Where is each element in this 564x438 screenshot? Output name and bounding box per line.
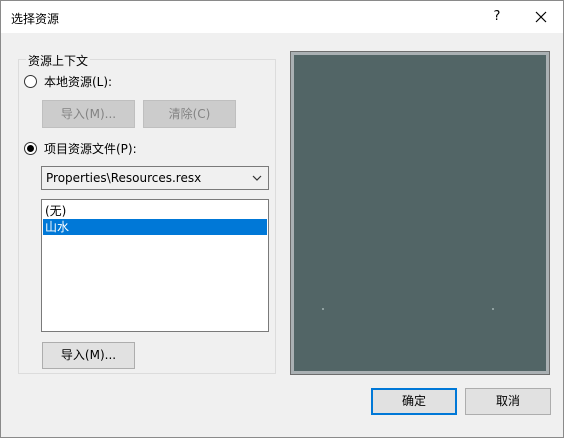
project-resource-radio[interactable]: 项目资源文件(P): (24, 140, 137, 157)
project-resource-label: 项目资源文件(P): (44, 142, 137, 156)
chevron-down-icon (252, 175, 262, 181)
list-item-shanshui[interactable]: 山水 (43, 219, 267, 235)
close-icon (535, 11, 547, 23)
local-resource-label: 本地资源(L): (44, 75, 113, 89)
select-resource-dialog: 选择资源 ? 资源上下文 本地资源(L): 导入(M)... 清除(C) 项目资… (0, 0, 564, 438)
dialog-title: 选择资源 (11, 12, 60, 26)
radio-indicator-checked (24, 142, 37, 155)
cancel-button[interactable]: 取消 (465, 388, 551, 415)
local-resource-radio[interactable]: 本地资源(L): (24, 73, 112, 90)
image-preview (290, 51, 550, 375)
local-clear-button[interactable]: 清除(C) (143, 100, 236, 128)
title-bar: 选择资源 ? (1, 1, 563, 33)
list-item-none[interactable]: (无) (43, 203, 267, 219)
help-button[interactable]: ? (485, 5, 509, 29)
project-import-button[interactable]: 导入(M)... (42, 342, 135, 369)
preview-speck (492, 308, 494, 310)
group-caption: 资源上下文 (26, 52, 91, 69)
preview-speck (322, 308, 324, 310)
resource-listbox[interactable]: (无) 山水 (41, 199, 269, 332)
project-file-dropdown[interactable]: Properties\Resources.resx (41, 166, 269, 190)
ok-button[interactable]: 确定 (371, 388, 457, 415)
close-button[interactable] (525, 5, 557, 29)
preview-image (294, 55, 546, 371)
project-file-value: Properties\Resources.resx (46, 171, 202, 185)
radio-indicator (24, 75, 37, 88)
local-import-button[interactable]: 导入(M)... (42, 100, 135, 128)
